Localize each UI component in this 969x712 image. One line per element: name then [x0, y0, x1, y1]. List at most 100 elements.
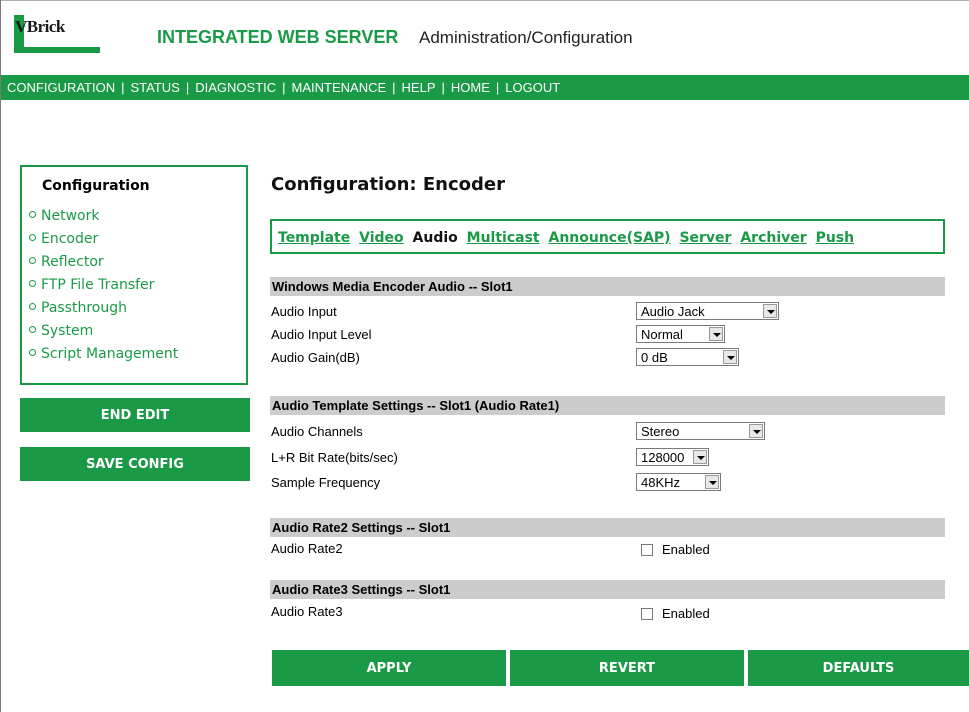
- tab-archiver[interactable]: Archiver: [740, 230, 806, 246]
- tab-bar: Template Video Audio Multicast Announce(…: [270, 219, 945, 254]
- nav-status[interactable]: STATUS: [130, 80, 179, 95]
- section-header-wme-audio: Windows Media Encoder Audio -- Slot1: [270, 277, 945, 296]
- bullet-icon: [29, 348, 36, 356]
- revert-button[interactable]: REVERT: [510, 650, 744, 686]
- tab-announce-sap[interactable]: Announce(SAP): [548, 230, 670, 246]
- top-nav-bar: CONFIGURATION | STATUS | DIAGNOSTIC | MAINTENA…: [1, 75, 969, 100]
- tab-template[interactable]: Template: [278, 230, 350, 246]
- sidebar-title: Configuration: [42, 178, 150, 194]
- end-edit-button[interactable]: END EDIT: [20, 398, 250, 432]
- sidebar-item-system[interactable]: System: [29, 323, 178, 346]
- sidebar-item-label: Reflector: [41, 254, 104, 270]
- audio-input-select[interactable]: Audio Jack: [636, 302, 779, 320]
- audio-rate2-label: Audio Rate2: [271, 541, 343, 556]
- save-config-button[interactable]: SAVE CONFIG: [20, 447, 250, 481]
- audio-rate2-enabled[interactable]: Enabled: [641, 542, 710, 557]
- audio-rate3-label: Audio Rate3: [271, 604, 343, 619]
- select-value: 128000: [641, 450, 685, 465]
- sidebar-menu: Network Encoder Reflector FTP File Trans…: [29, 208, 178, 369]
- app-title: INTEGRATED WEB SERVER: [157, 27, 399, 47]
- section-heading: Audio Rate3 Settings -- Slot1: [272, 582, 451, 597]
- section-header-audio-rate2: Audio Rate2 Settings -- Slot1: [270, 518, 945, 537]
- tab-server[interactable]: Server: [679, 230, 731, 246]
- sidebar-item-script-management[interactable]: Script Management: [29, 346, 178, 369]
- audio-rate2-checkbox[interactable]: [641, 543, 653, 556]
- audio-input-level-select[interactable]: Normal: [636, 325, 725, 343]
- dropdown-arrow-icon: [693, 450, 707, 464]
- nav-maintenance[interactable]: MAINTENANCE: [292, 80, 387, 95]
- apply-button[interactable]: APPLY: [272, 650, 506, 686]
- dropdown-arrow-icon: [709, 327, 723, 341]
- tab-video[interactable]: Video: [359, 230, 404, 246]
- section-heading: Audio Rate2 Settings -- Slot1: [272, 520, 451, 535]
- tab-audio: Audio: [412, 230, 458, 246]
- dropdown-arrow-icon: [763, 304, 777, 318]
- nav-diagnostic[interactable]: DIAGNOSTIC: [195, 80, 276, 95]
- section-heading: Audio Template Settings -- Slot1 (Audio …: [272, 398, 560, 413]
- tab-list: Template Video Audio Multicast Announce(…: [278, 230, 858, 246]
- sidebar-item-reflector[interactable]: Reflector: [29, 254, 178, 277]
- sidebar: Configuration Network Encoder Reflector …: [20, 165, 248, 385]
- nav-separator: |: [441, 80, 445, 95]
- checkbox-label: Enabled: [662, 606, 710, 621]
- defaults-button[interactable]: DEFAULTS: [748, 650, 969, 686]
- select-value: Stereo: [641, 424, 680, 439]
- audio-gain-label: Audio Gain(dB): [271, 350, 360, 365]
- tab-push[interactable]: Push: [816, 230, 855, 246]
- select-value: Audio Jack: [641, 304, 705, 319]
- select-value: 0 dB: [641, 350, 668, 365]
- sample-frequency-label: Sample Frequency: [271, 475, 381, 490]
- audio-rate3-enabled[interactable]: Enabled: [641, 606, 710, 621]
- sidebar-item-label: Passthrough: [41, 300, 127, 316]
- audio-rate3-checkbox[interactable]: [641, 607, 653, 620]
- nav-separator: |: [392, 80, 396, 95]
- nav-separator: |: [185, 80, 190, 95]
- header: VBrick INTEGRATED WEB SERVER Administrat…: [1, 1, 969, 74]
- nav-logout[interactable]: LOGOUT: [505, 80, 560, 95]
- audio-input-label: Audio Input: [271, 304, 337, 319]
- sidebar-item-label: Encoder: [41, 231, 99, 247]
- bullet-icon: [29, 210, 36, 218]
- app-subtitle: Administration/Configuration: [419, 28, 633, 47]
- sidebar-item-ftp-file-transfer[interactable]: FTP File Transfer: [29, 277, 178, 300]
- audio-channels-label: Audio Channels: [271, 424, 363, 439]
- bullet-icon: [29, 279, 36, 287]
- section-header-audio-template: Audio Template Settings -- Slot1 (Audio …: [270, 396, 945, 415]
- audio-input-level-label: Audio Input Level: [271, 327, 372, 342]
- sidebar-item-label: FTP File Transfer: [41, 277, 155, 293]
- select-value: 48KHz: [641, 475, 681, 490]
- nav-configuration[interactable]: CONFIGURATION: [7, 80, 115, 95]
- audio-gain-select[interactable]: 0 dB: [636, 348, 739, 366]
- nav-separator: |: [282, 80, 286, 95]
- sidebar-item-encoder[interactable]: Encoder: [29, 231, 178, 254]
- select-value: Normal: [641, 327, 683, 342]
- section-heading: Windows Media Encoder Audio -- Slot1: [272, 279, 513, 294]
- audio-channels-select[interactable]: Stereo: [636, 422, 765, 440]
- bullet-icon: [29, 256, 36, 264]
- bullet-icon: [29, 325, 36, 333]
- dropdown-arrow-icon: [749, 424, 763, 438]
- sample-frequency-select[interactable]: 48KHz: [636, 473, 721, 491]
- bit-rate-label: L+R Bit Rate(bits/sec): [271, 450, 398, 465]
- sidebar-item-network[interactable]: Network: [29, 208, 178, 231]
- sidebar-item-passthrough[interactable]: Passthrough: [29, 300, 178, 323]
- nav-separator: |: [121, 80, 125, 95]
- window-left-border: [0, 0, 1, 712]
- page-title: Configuration: Encoder: [271, 174, 505, 195]
- nav-home[interactable]: HOME: [451, 80, 490, 95]
- checkbox-label: Enabled: [662, 542, 710, 557]
- dropdown-arrow-icon: [723, 350, 737, 364]
- sidebar-item-label: Network: [41, 208, 100, 224]
- sidebar-item-label: Script Management: [41, 346, 179, 362]
- bullet-icon: [29, 233, 36, 241]
- top-nav-items: CONFIGURATION | STATUS | DIAGNOSTIC | MAINTENA…: [7, 80, 560, 95]
- tab-multicast[interactable]: Multicast: [467, 230, 540, 246]
- dropdown-arrow-icon: [705, 475, 719, 489]
- sidebar-item-label: System: [41, 323, 94, 339]
- nav-help[interactable]: HELP: [402, 80, 436, 95]
- bullet-icon: [29, 302, 36, 310]
- bit-rate-select[interactable]: 128000: [636, 448, 709, 466]
- logo-text: VBrick: [15, 17, 65, 36]
- section-header-audio-rate3: Audio Rate3 Settings -- Slot1: [270, 580, 945, 599]
- nav-separator: |: [495, 80, 500, 95]
